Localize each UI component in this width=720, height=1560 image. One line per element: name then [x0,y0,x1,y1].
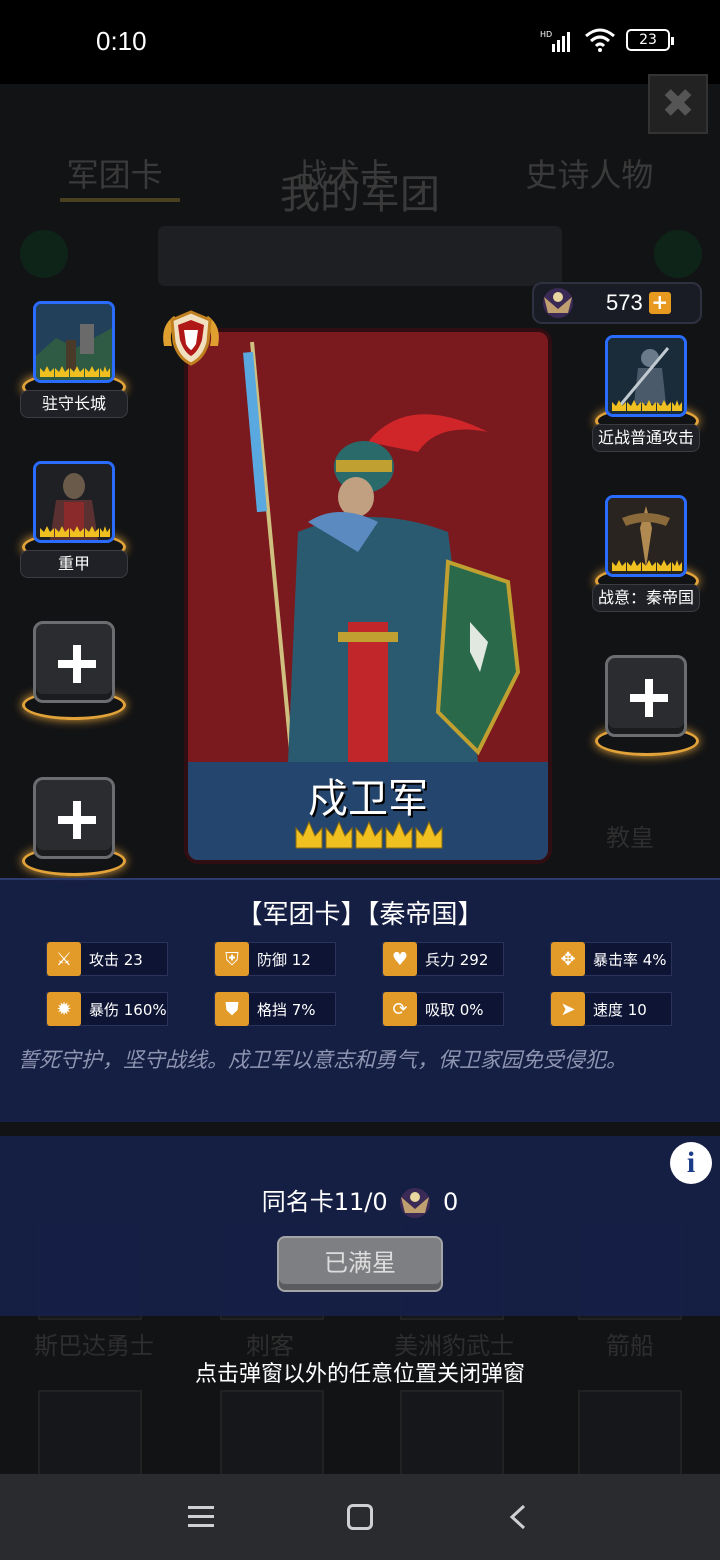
crosshair-icon: ✥ [551,942,585,976]
stat-troops-label: 兵力 292 [425,950,489,969]
star-crowns-icon [40,366,110,377]
shield-icon: ⛨ [215,942,249,976]
equip-slot-great-wall[interactable] [33,301,115,383]
duplicate-card-count: 同名卡11/0 [261,1188,388,1216]
home-icon[interactable] [347,1504,373,1530]
hero-name: 戍卫军 [308,776,428,822]
hero-star-crowns-icon [295,820,443,849]
stat-crit-rate-label: 暴击率 4% [593,950,667,969]
add-slot-button[interactable] [605,655,687,737]
stat-crit-rate: ✥ 暴击率 4% [550,942,672,976]
system-nav-bar [0,1474,720,1560]
background-search-bar [158,226,562,286]
tab-legion-cards: 军团卡 [66,156,163,194]
tab-underline [60,198,180,202]
equip-slot-melee-attack[interactable] [605,335,687,417]
info-icon[interactable]: i [670,1142,712,1184]
emblem-count: 0 [442,1188,459,1216]
background-tabs: 军团卡 战术卡 史诗人物 [0,150,720,196]
currency-display: 573 + [532,282,702,324]
stat-defense: ⛨ 防御 12 [214,942,336,976]
hero-portrait [188,332,548,772]
currency-value: 573 [606,290,643,315]
equip-slot-label: 近战普通攻击 [592,424,700,452]
add-slot-button[interactable] [33,777,115,859]
max-stars-button[interactable]: 已满星 [277,1236,443,1292]
stat-crit-damage-label: 暴伤 160% [89,1000,167,1019]
equip-slot-label: 重甲 [20,550,128,578]
sword-icon: ⚔ [47,942,81,976]
close-popup-hint: 点击弹窗以外的任意位置关闭弹窗 [194,1362,525,1387]
heart-icon: ♥ [383,942,417,976]
battery-icon: 23 [626,29,674,51]
star-crowns-icon [40,526,110,537]
equip-slot-label: 战意：秦帝国 [592,584,700,612]
add-slot-button[interactable] [33,621,115,703]
block-icon: ⛊ [215,992,249,1026]
star-crowns-icon [612,560,682,571]
back-icon[interactable] [508,1504,528,1530]
eagle-emblem-icon [543,288,573,318]
burst-icon: ✹ [47,992,81,1026]
stat-defense-label: 防御 12 [257,950,311,969]
drain-icon: ⟳ [383,992,417,1026]
wifi-icon [585,28,615,52]
stat-drain: ⟳ 吸取 0% [382,992,504,1026]
background-card-label: 教皇 [606,824,654,852]
filter-icon [654,230,702,278]
stat-drain-label: 吸取 0% [425,1000,484,1019]
star-crowns-icon [612,400,682,411]
signal-icon: HD [540,30,570,52]
equip-slot-war-spirit[interactable] [605,495,687,577]
card-category: 【军团卡】【秦帝国】 [236,900,484,930]
status-bar: 0:10 HD 23 [0,0,720,84]
stat-block: ⛊ 格挡 7% [214,992,336,1026]
add-currency-button[interactable]: + [648,292,671,314]
card-info-panel: 【军团卡】【秦帝国】 ⚔ 攻击 23 ⛨ 防御 12 ♥ 兵力 292 ✥ 暴击… [0,878,720,1122]
tab-tactics-cards: 战术卡 [295,156,392,194]
equip-slot-heavy-armor[interactable] [33,461,115,543]
stat-speed-label: 速度 10 [593,1000,647,1019]
rank-shield-badge-icon [163,310,219,366]
tab-epic-characters: 史诗人物 [525,156,654,194]
equip-slot-label: 驻守长城 [20,390,128,418]
svg-text:HD: HD [540,30,552,39]
stat-crit-damage: ✹ 暴伤 160% [46,992,168,1026]
stat-troops: ♥ 兵力 292 [382,942,504,976]
list-view-icon [20,230,68,278]
hero-card[interactable]: 戍卫军 [184,328,552,864]
stat-speed: ➤ 速度 10 [550,992,672,1026]
eagle-emblem-icon [400,1188,431,1218]
boot-icon: ➤ [551,992,585,1026]
card-description: 誓死守护，坚守战线。戍卫军以意志和勇气，保卫家园免受侵犯。 [18,1048,627,1072]
clock: 0:10 [96,26,147,56]
stat-block-label: 格挡 7% [257,1000,316,1019]
star-upgrade-panel: i 同名卡11/0 0 已满星 [0,1136,720,1316]
stat-attack: ⚔ 攻击 23 [46,942,168,976]
duplicate-card-line: 同名卡11/0 0 [0,1182,720,1223]
stat-attack-label: 攻击 23 [89,950,143,969]
recent-apps-icon[interactable] [188,1506,214,1528]
background-close-button: ✖ [648,74,708,134]
status-icons: HD 23 [540,28,674,52]
